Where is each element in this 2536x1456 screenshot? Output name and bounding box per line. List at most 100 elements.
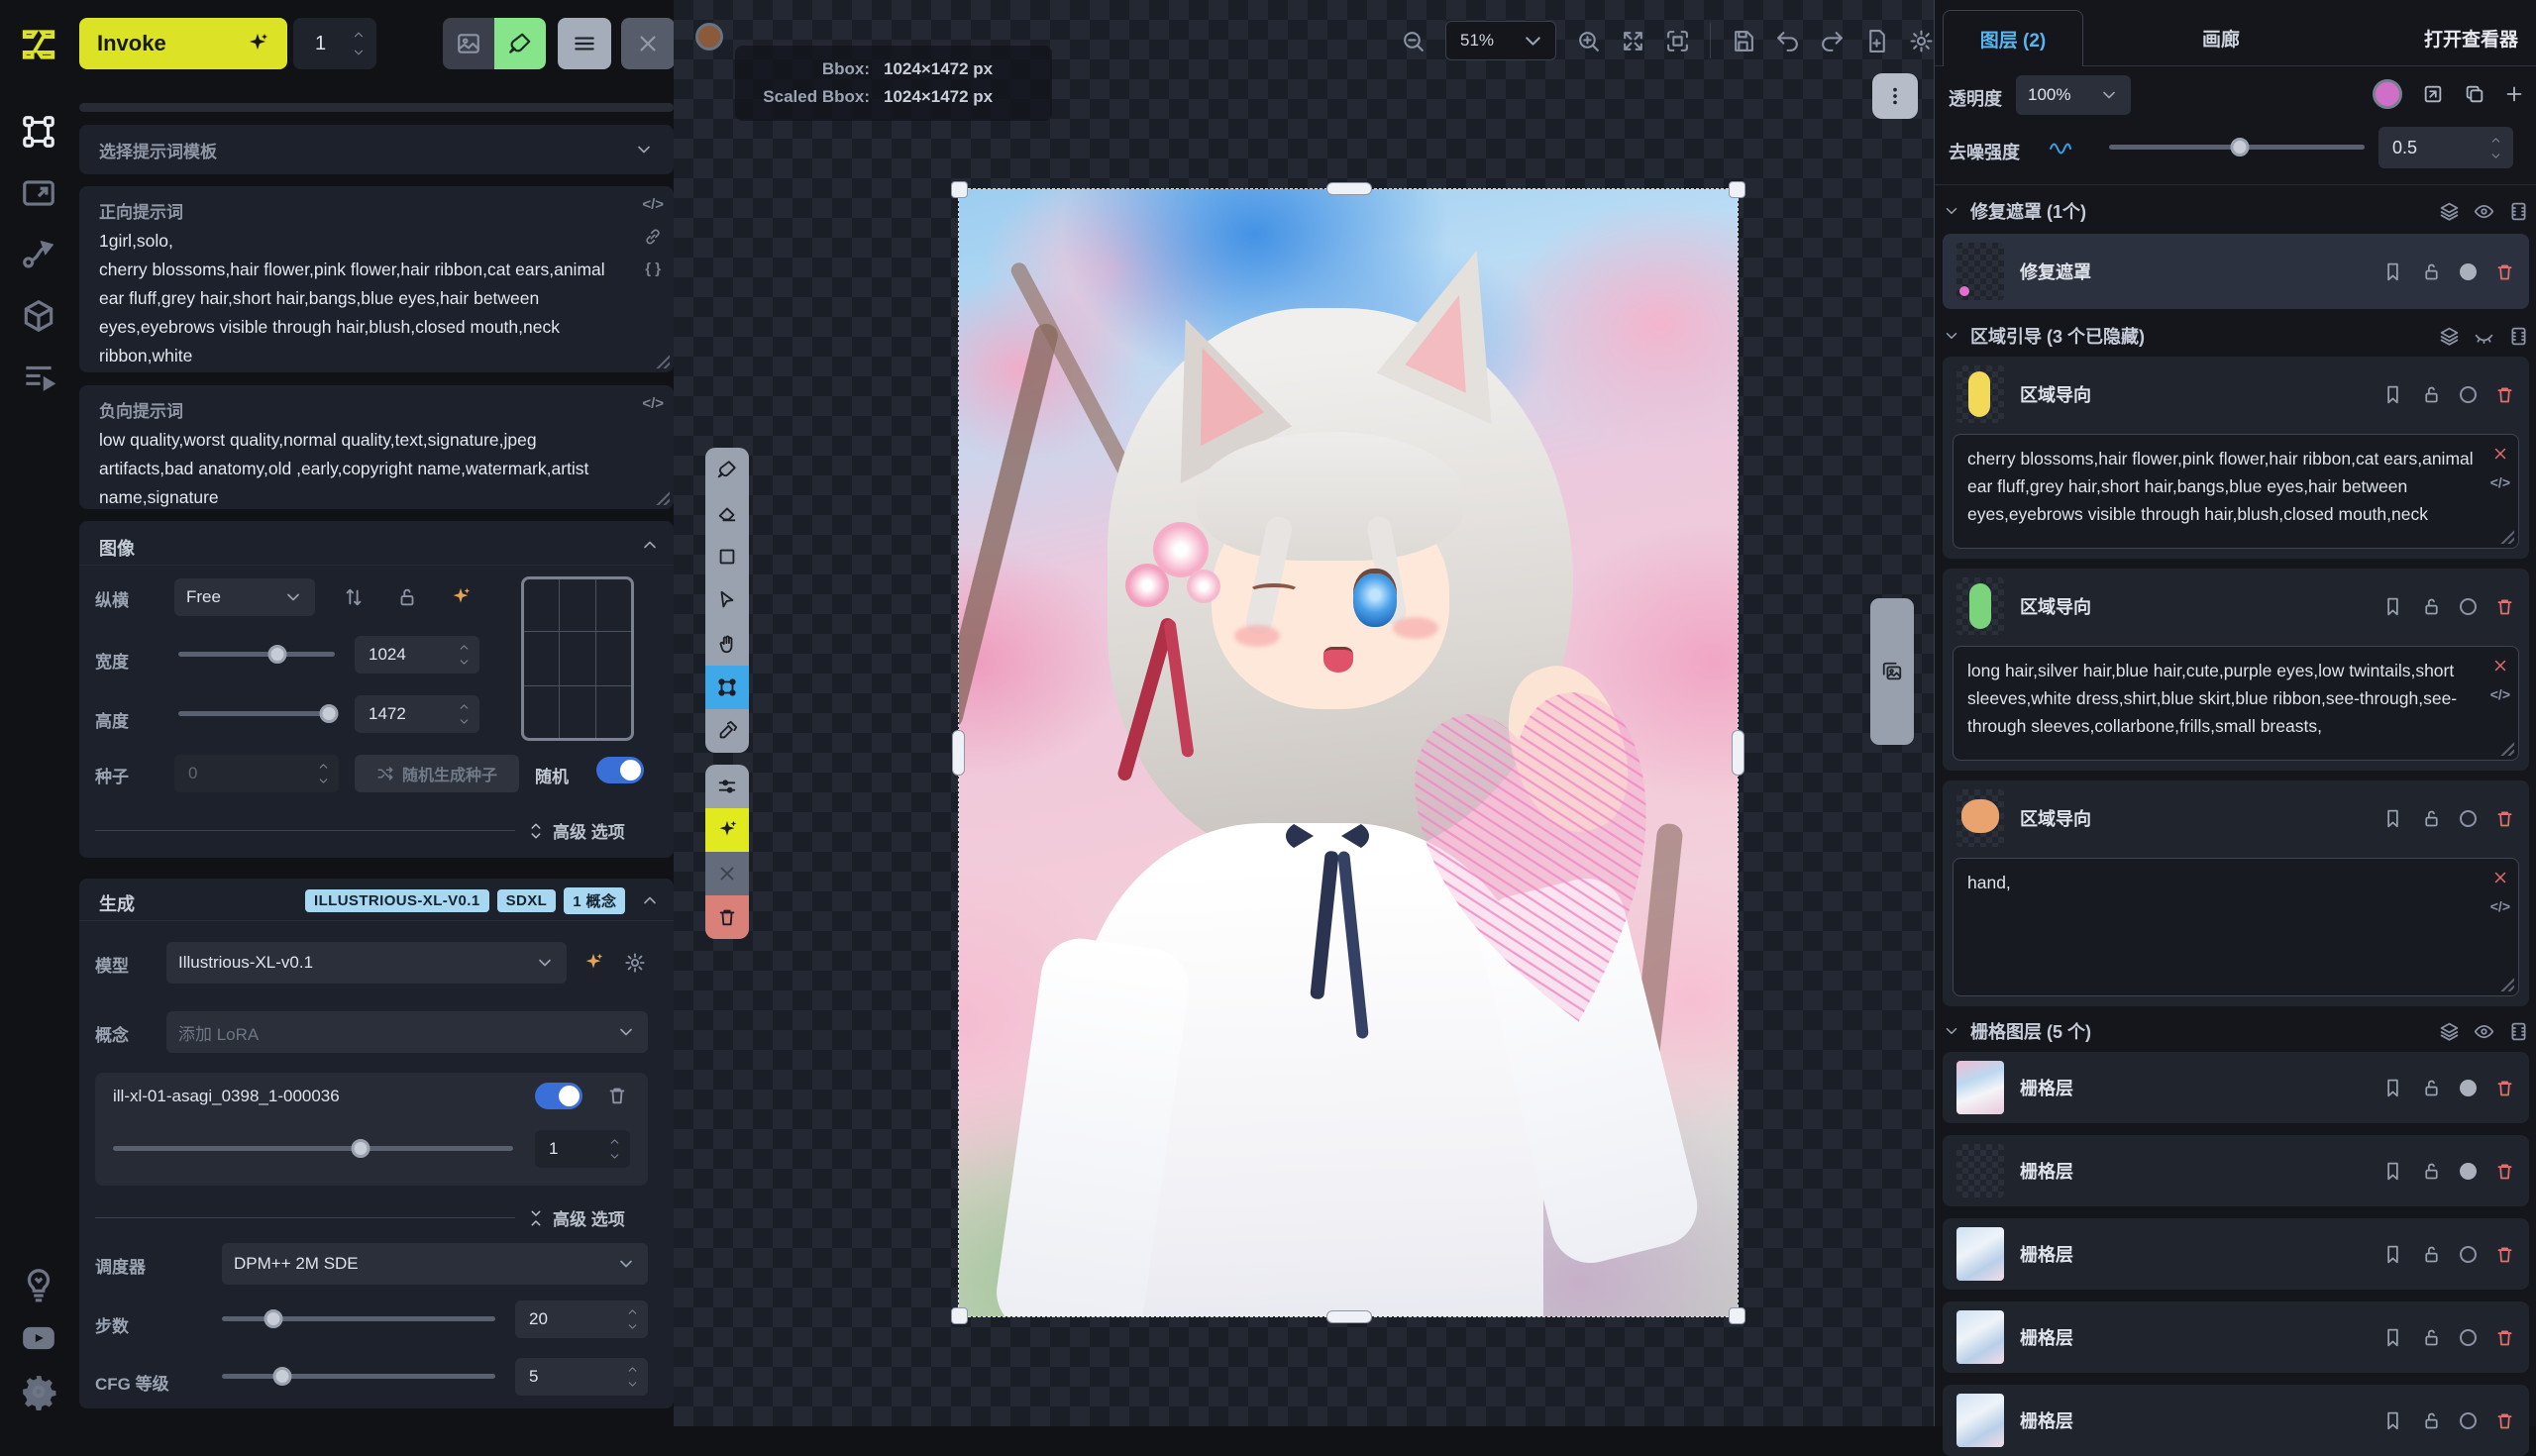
- gallery-mode-button[interactable]: [443, 18, 494, 69]
- code-icon[interactable]: </>: [2490, 898, 2510, 914]
- model-settings-icon[interactable]: [624, 952, 646, 974]
- delete-layer-icon[interactable]: [2494, 384, 2515, 405]
- bbox-handle-nw[interactable]: [951, 181, 968, 198]
- visibility-off-icon[interactable]: [2474, 326, 2494, 347]
- tool-bbox[interactable]: [705, 666, 749, 709]
- code-icon[interactable]: </>: [642, 196, 664, 213]
- bookmark-icon[interactable]: [2382, 261, 2403, 282]
- steps-input[interactable]: 20: [515, 1300, 648, 1338]
- fit-bbox-icon[interactable]: [1665, 29, 1690, 53]
- resize-grip[interactable]: [654, 353, 670, 368]
- resize-grip[interactable]: [654, 489, 670, 505]
- region-layer-row[interactable]: 区域导向 hand, </>: [1943, 780, 2529, 1006]
- raster-section-header[interactable]: 栅格图层 (5 个): [1943, 1016, 2529, 1046]
- lock-icon[interactable]: [2421, 596, 2442, 617]
- canvas-bbox-frame[interactable]: [959, 189, 1738, 1316]
- bookmark-icon[interactable]: [2382, 1078, 2403, 1098]
- layers-icon[interactable]: [2439, 326, 2460, 347]
- rail-settings-icon[interactable]: [20, 1373, 57, 1410]
- visibility-icon[interactable]: [2474, 201, 2494, 222]
- resize-grip[interactable]: [2498, 740, 2514, 756]
- region-prompt-box[interactable]: hand, </>: [1953, 858, 2519, 996]
- generation-advanced-options[interactable]: 高级 选项: [527, 1205, 625, 1230]
- denoise-input[interactable]: 0.5: [2378, 127, 2513, 168]
- lora-toggle[interactable]: [535, 1083, 582, 1109]
- zoom-out-icon[interactable]: [1401, 29, 1426, 53]
- collapse-icon[interactable]: [640, 890, 660, 910]
- width-slider[interactable]: [178, 644, 335, 664]
- raster-layer-row[interactable]: 栅格层: [1943, 1135, 2529, 1206]
- code-icon[interactable]: </>: [2490, 474, 2510, 490]
- open-viewer-button[interactable]: 打开查看器: [2424, 10, 2518, 65]
- bbox-handle-sw[interactable]: [951, 1307, 968, 1324]
- canvas-settings-icon[interactable]: [1909, 29, 1934, 53]
- model-select[interactable]: Illustrious-XL-v0.1: [166, 942, 567, 984]
- lora-weight-slider[interactable]: [113, 1138, 513, 1158]
- lock-icon[interactable]: [2421, 384, 2442, 405]
- negative-prompt-value[interactable]: low quality,worst quality,normal quality…: [99, 426, 626, 512]
- tool-move[interactable]: [705, 578, 749, 622]
- tool-brush[interactable]: [705, 448, 749, 491]
- bbox-handle-se[interactable]: [1729, 1307, 1745, 1324]
- tool-cancel[interactable]: [705, 852, 749, 895]
- remove-prompt-icon[interactable]: [2491, 657, 2509, 675]
- bookmark-icon[interactable]: [2382, 1327, 2403, 1348]
- aspect-select[interactable]: Free: [174, 578, 315, 616]
- image-advanced-options[interactable]: 高级 选项: [527, 818, 625, 843]
- lock-icon[interactable]: [2421, 808, 2442, 829]
- collapse-icon[interactable]: [640, 535, 660, 555]
- lock-icon[interactable]: [2421, 261, 2442, 282]
- delete-layer-icon[interactable]: [2494, 596, 2515, 617]
- new-canvas-icon[interactable]: [1864, 29, 1889, 53]
- tool-filter[interactable]: [705, 765, 749, 808]
- remove-prompt-icon[interactable]: [2491, 445, 2509, 463]
- duplicate-layer-icon[interactable]: [2464, 83, 2485, 105]
- region-layer-row[interactable]: 区域导向 cherry blossoms,hair flower,pink fl…: [1943, 357, 2529, 559]
- tool-delete[interactable]: [705, 895, 749, 939]
- merge-icon[interactable]: [2508, 326, 2529, 347]
- bbox-handle-s[interactable]: [1326, 1310, 1372, 1323]
- bbox-handle-w[interactable]: [952, 730, 965, 776]
- positive-prompt-value[interactable]: 1girl,solo, cherry blossoms,hair flower,…: [99, 227, 626, 370]
- lora-select[interactable]: 添加 LoRA: [166, 1011, 648, 1053]
- bookmark-icon[interactable]: [2382, 1410, 2403, 1431]
- undo-icon[interactable]: [1775, 29, 1800, 53]
- layer-enabled-toggle[interactable]: [2460, 386, 2477, 403]
- delete-layer-icon[interactable]: [2494, 261, 2515, 282]
- iterations-stepper[interactable]: 1: [293, 18, 376, 69]
- delete-layer-icon[interactable]: [2494, 1410, 2515, 1431]
- raster-layer-row[interactable]: 栅格层: [1943, 1301, 2529, 1373]
- lock-icon[interactable]: [2421, 1161, 2442, 1182]
- randomize-seed-button[interactable]: 随机生成种子: [355, 755, 519, 792]
- region-layer-row[interactable]: 区域导向 long hair,silver hair,blue hair,cut…: [1943, 569, 2529, 771]
- bbox-handle-n[interactable]: [1326, 182, 1372, 195]
- fit-layer-icon[interactable]: [2422, 83, 2444, 105]
- optimize-size-icon[interactable]: [450, 586, 472, 608]
- tool-eraser[interactable]: [705, 491, 749, 535]
- close-button[interactable]: [621, 18, 675, 69]
- width-input[interactable]: 1024: [355, 636, 479, 674]
- invoke-button[interactable]: Invoke: [79, 18, 287, 69]
- layers-icon[interactable]: [2439, 1021, 2460, 1042]
- add-layer-icon[interactable]: [2503, 83, 2525, 105]
- gallery-drawer-handle[interactable]: [1870, 598, 1914, 745]
- redo-icon[interactable]: [1820, 29, 1845, 53]
- height-slider[interactable]: [178, 703, 335, 723]
- region-prompt-box[interactable]: long hair,silver hair,blue hair,cute,pur…: [1953, 646, 2519, 761]
- tool-color-swatch[interactable]: [695, 23, 723, 51]
- rail-canvas-tab[interactable]: [20, 113, 57, 151]
- cfg-slider[interactable]: [222, 1366, 495, 1386]
- inpaint-layer-row[interactable]: 修复遮罩: [1943, 234, 2529, 309]
- steps-slider[interactable]: [222, 1308, 495, 1328]
- zoom-in-icon[interactable]: [1576, 29, 1601, 53]
- rail-queue-tab[interactable]: [20, 359, 57, 396]
- region-section-header[interactable]: 区域引导 (3 个已隐藏): [1943, 321, 2529, 351]
- denoise-curve-icon[interactable]: [2030, 137, 2091, 160]
- delete-layer-icon[interactable]: [2494, 808, 2515, 829]
- rail-support-icon[interactable]: [20, 1266, 57, 1303]
- lock-icon[interactable]: [2421, 1327, 2442, 1348]
- delete-layer-icon[interactable]: [2494, 1244, 2515, 1265]
- region-prompt-text[interactable]: long hair,silver hair,blue hair,cute,pur…: [1967, 657, 2475, 740]
- layer-enabled-toggle[interactable]: [2460, 263, 2477, 280]
- link-icon[interactable]: [643, 227, 663, 247]
